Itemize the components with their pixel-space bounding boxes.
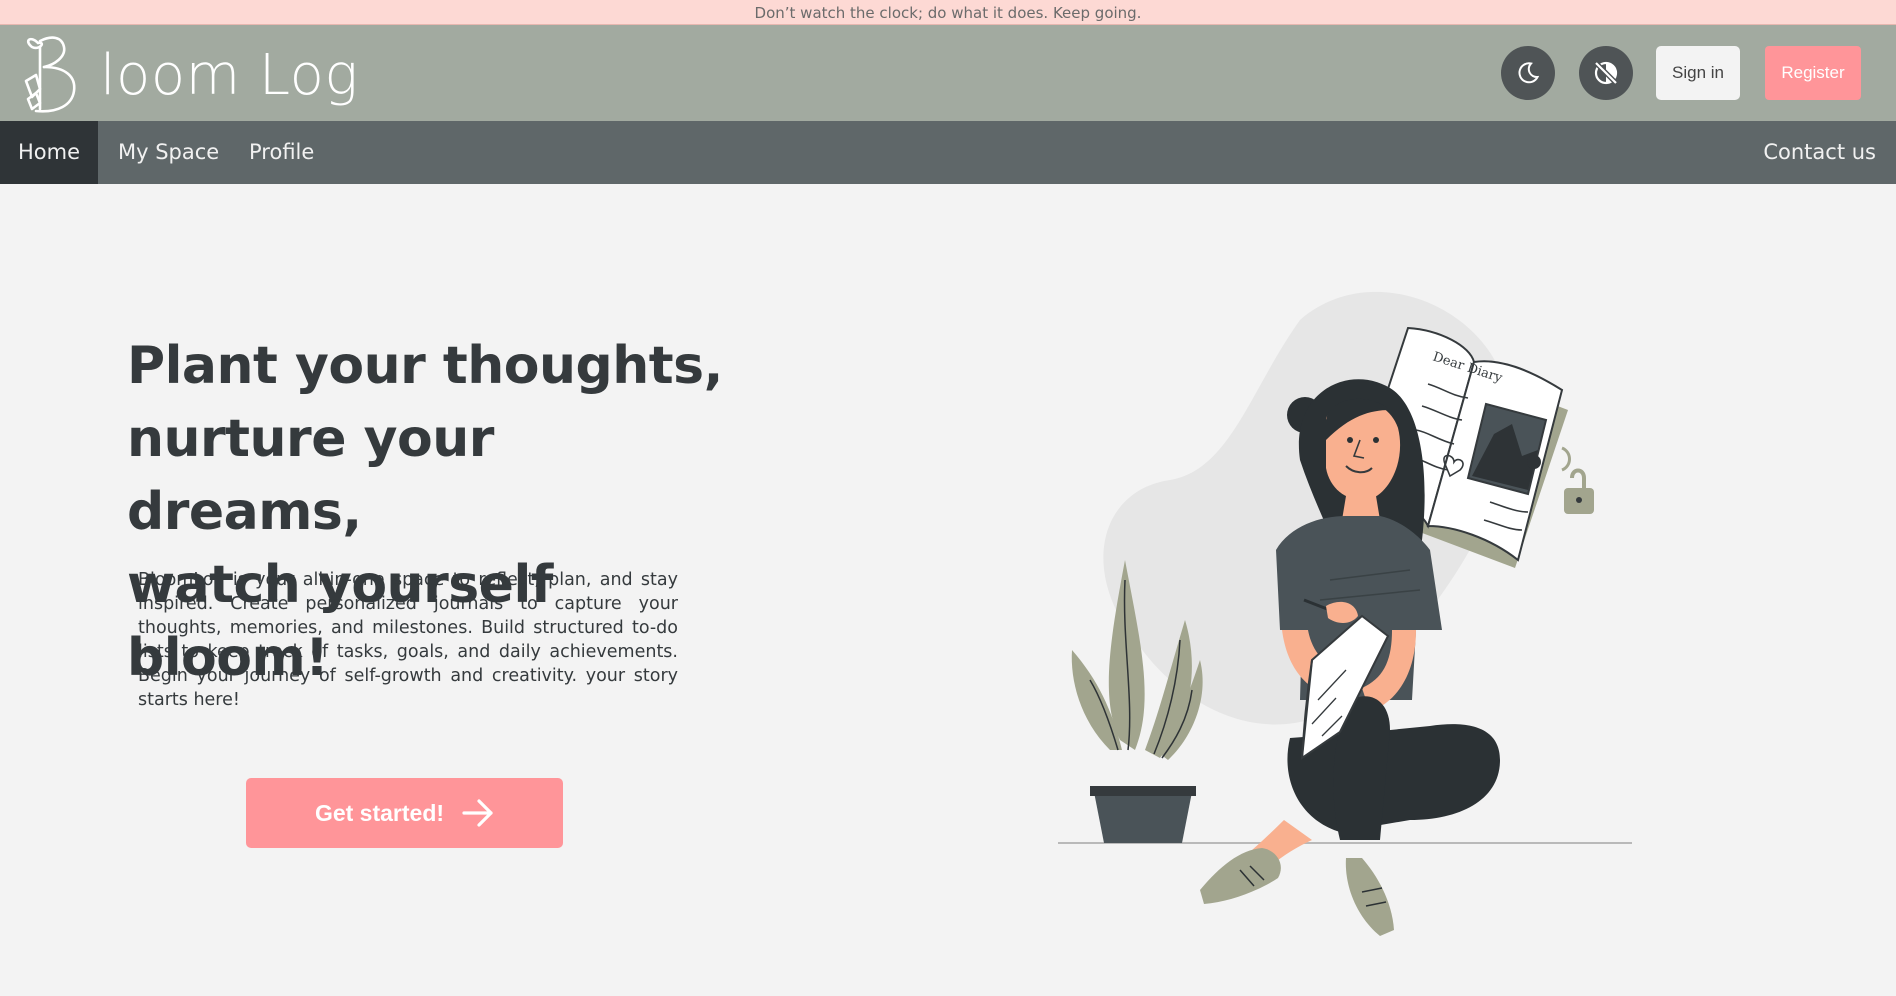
hero-title-line-2: nurture your dreams, (127, 409, 494, 542)
get-started-label: Get started! (314, 799, 445, 826)
hero-description: BloomLog is your all-in-one space to ref… (138, 570, 678, 710)
journaling-woman-illustration: Dear Diary (1058, 291, 1632, 936)
theme-toggle-button[interactable] (1501, 46, 1555, 100)
logo-text: loom Log (100, 43, 359, 108)
site-header: loom Log Sign in Register (0, 25, 1896, 121)
arrow-right-icon (462, 799, 493, 827)
register-button[interactable]: Register (1765, 46, 1861, 100)
logo[interactable]: loom Log (22, 33, 358, 117)
main-nav: Home My Space Profile Contact us (0, 121, 1896, 184)
get-started-button[interactable]: Get started! (246, 778, 563, 848)
nav-home[interactable]: Home (0, 121, 98, 184)
contrast-toggle-button[interactable] (1579, 46, 1633, 100)
hero-title-line-1: Plant your thoughts, (127, 336, 723, 396)
nav-profile[interactable]: Profile (229, 121, 334, 184)
nav-my-space[interactable]: My Space (98, 121, 239, 184)
quote-banner: Don’t watch the clock; do what it does. … (0, 0, 1896, 25)
bloom-logo-icon (24, 36, 76, 113)
nav-contact-us[interactable]: Contact us (1743, 121, 1896, 184)
sign-in-button[interactable]: Sign in (1656, 46, 1740, 100)
eye-slash-icon (1594, 61, 1618, 85)
moon-icon (1518, 62, 1540, 84)
